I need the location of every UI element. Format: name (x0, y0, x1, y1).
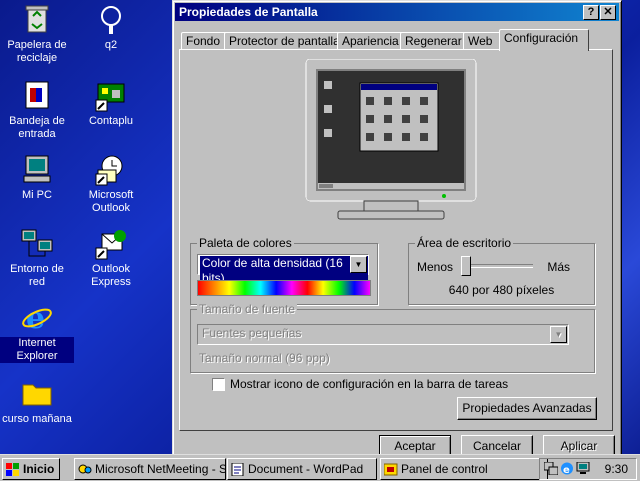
desktop-icon-label: Internet Explorer (0, 337, 74, 363)
desktop-icon-label: curso mañana (2, 413, 72, 425)
desktop-area-label: Área de escritorio (415, 236, 514, 250)
desktop-icon-label: Outlook Express (91, 263, 131, 288)
display-properties-window: Propiedades de Pantalla ? ✕ Fondo Protec… (172, 0, 622, 460)
chevron-down-icon[interactable]: ▼ (350, 256, 367, 273)
desktop-icon-folder[interactable]: curso mañana (0, 376, 74, 426)
start-label: Inicio (23, 462, 55, 476)
slider-min-label: Menos (417, 260, 454, 274)
desktop-icon-my-computer[interactable]: Mi PC (0, 152, 74, 202)
desktop-icon-label: Papelera de reciclaje (7, 39, 67, 64)
desktop-icon-internet-explorer[interactable]: e Internet Explorer (0, 300, 74, 363)
contaplu-icon (94, 78, 128, 112)
slider-max-label: Más (547, 260, 570, 274)
tray-display-icon[interactable] (576, 461, 590, 478)
font-size-select[interactable]: Fuentes pequeñas ▼ (197, 324, 569, 345)
desktop-icon-label: Entorno de red (10, 263, 64, 288)
internet-explorer-icon: e (20, 300, 54, 336)
taskbar-item-label: Panel de control (401, 462, 488, 476)
tab-web[interactable]: Web (463, 32, 503, 50)
close-icon: ✕ (603, 6, 613, 18)
resolution-slider[interactable] (461, 256, 533, 276)
tab-configuracion[interactable]: Configuración (499, 29, 589, 51)
help-button[interactable]: ? (583, 5, 599, 20)
tab-regenerar[interactable]: Regenerar (400, 32, 468, 50)
font-size-value: Fuentes pequeñas (202, 326, 302, 340)
desktop-icon-outlook-express[interactable]: Outlook Express (74, 226, 148, 289)
monitor-preview (304, 58, 482, 234)
desktop-icon-inbox[interactable]: Bandeja de entrada (0, 78, 74, 141)
desktop-icon-outlook[interactable]: Microsoft Outlook (74, 152, 148, 215)
font-size-note: Tamaño normal (96 ppp) (199, 351, 330, 365)
taskbar-item-label: Document - WordPad (248, 462, 364, 476)
q2-icon (94, 2, 128, 36)
chevron-down-icon[interactable]: ▼ (550, 326, 567, 343)
folder-icon (20, 376, 54, 410)
start-button[interactable]: Inicio (2, 458, 60, 480)
desktop-icon-q2[interactable]: q2 (74, 2, 148, 52)
close-button[interactable]: ✕ (600, 5, 616, 20)
taskbar-item-netmeeting[interactable]: Microsoft NetMeeting - S... (74, 458, 226, 480)
tray-network-icon[interactable] (543, 461, 559, 478)
slider-track (461, 264, 533, 268)
outlook-express-icon (94, 226, 128, 260)
desktop-icon-contaplu[interactable]: Contaplu (74, 78, 148, 128)
resolution-value: 640 por 480 píxeles (448, 283, 555, 297)
tab-fondo[interactable]: Fondo (181, 32, 229, 50)
desktop-icon-label: q2 (104, 39, 118, 51)
desktop-area-group: Área de escritorio Menos Más 640 por 480… (408, 236, 595, 305)
color-spectrum-bar (197, 280, 371, 296)
svg-text:e: e (26, 301, 45, 334)
color-palette-select[interactable]: Color de alta densidad (16 bits) ▼ (197, 254, 369, 286)
font-size-group: Tamaño de fuente Fuentes pequeñas ▼ Tama… (190, 302, 595, 373)
inbox-icon (20, 78, 54, 112)
title-bar[interactable]: Propiedades de Pantalla ? ✕ (175, 3, 619, 21)
window-title: Propiedades de Pantalla (179, 5, 318, 19)
desktop-icon-label: Microsoft Outlook (88, 189, 134, 214)
tab-protector[interactable]: Protector de pantalla (224, 32, 342, 50)
tab-apariencia[interactable]: Apariencia (337, 32, 405, 50)
show-icon-checkbox-label: Mostrar icono de configuración en la bar… (230, 377, 509, 391)
network-icon (20, 226, 54, 260)
taskbar: Inicio Microsoft NetMeeting - S... Docum… (0, 454, 640, 481)
clock: 9:30 (604, 462, 628, 476)
color-palette-group: Paleta de colores Color de alta densidad… (190, 236, 378, 305)
tray-ie-icon[interactable]: e (560, 462, 574, 478)
advanced-properties-button[interactable]: Propiedades Avanzadas (457, 397, 597, 420)
show-icon-checkbox[interactable] (212, 378, 225, 391)
tab-panel: Paleta de colores Color de alta densidad… (179, 49, 613, 431)
svg-text:e: e (563, 465, 570, 475)
my-computer-icon (20, 152, 54, 186)
taskbar-item-control-panel[interactable]: Panel de control (380, 458, 548, 480)
desktop-icon-recycle-bin[interactable]: Papelera de reciclaje (0, 2, 74, 65)
taskbar-item-wordpad[interactable]: Document - WordPad (227, 458, 377, 480)
windows-logo-icon (6, 462, 20, 476)
control-panel-icon (383, 462, 398, 476)
desktop-icon-label: Contaplu (88, 115, 134, 127)
slider-thumb[interactable] (461, 256, 471, 276)
taskbar-item-label: Microsoft NetMeeting - S... (95, 462, 226, 476)
font-size-label: Tamaño de fuente (197, 302, 298, 316)
color-palette-label: Paleta de colores (197, 236, 294, 250)
desktop-icon-label: Bandeja de entrada (9, 115, 65, 140)
desktop-icon-label: Mi PC (22, 189, 52, 201)
wordpad-icon (231, 462, 245, 477)
recycle-bin-icon (20, 2, 54, 36)
desktop-icon-network[interactable]: Entorno de red (0, 226, 74, 289)
netmeeting-icon (78, 462, 92, 475)
outlook-icon (94, 152, 128, 186)
system-tray: e 9:30 (539, 458, 637, 480)
